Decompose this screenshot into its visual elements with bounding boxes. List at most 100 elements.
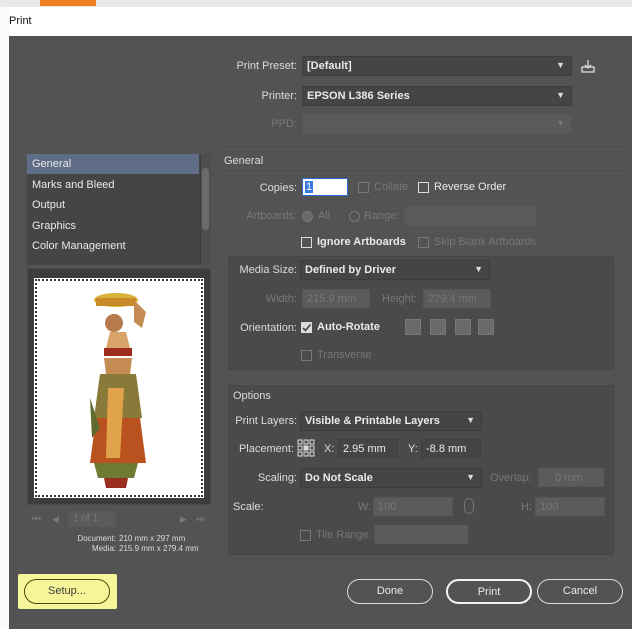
document-size-label: Document: (77, 534, 116, 543)
last-page-icon[interactable]: ⏭ (196, 514, 205, 525)
auto-rotate-label: Auto-Rotate (317, 321, 380, 333)
scaling-value: Do Not Scale (305, 472, 373, 484)
media-size-label: Media Size: (239, 264, 297, 276)
window-title: Print (9, 15, 32, 27)
media-size-value: Defined by Driver (305, 264, 397, 276)
skip-blank-label: Skip Blank Artboards (434, 236, 537, 248)
ppd-dropdown: ▼ (302, 114, 572, 134)
h-label: H: (521, 501, 532, 513)
tile-range-input[interactable] (374, 525, 468, 544)
artwork-illustration (90, 293, 146, 488)
artboards-label: Artboards: (246, 210, 297, 222)
transverse-label: Transverse (317, 349, 372, 361)
orientation-label: Orientation: (240, 322, 297, 334)
chevron-down-icon: ▼ (556, 60, 565, 70)
portrait-icon[interactable] (405, 319, 421, 335)
landscape-icon[interactable] (430, 319, 446, 335)
media-size-dropdown[interactable]: Defined by Driver ▼ (300, 260, 490, 280)
skip-blank-checkbox[interactable] (418, 237, 429, 248)
chevron-down-icon: ▼ (556, 90, 565, 100)
x-input[interactable]: 2.95 mm (338, 439, 398, 458)
page-indicator[interactable]: 1 of 1 (68, 511, 116, 527)
chevron-down-icon: ▼ (474, 264, 483, 274)
print-layers-value: Visible & Printable Layers (305, 415, 440, 427)
overlap-input[interactable]: 0 mm (538, 468, 604, 487)
x-label: X: (324, 443, 335, 455)
tile-range-checkbox[interactable] (300, 530, 311, 541)
print-layers-dropdown[interactable]: Visible & Printable Layers ▼ (300, 411, 482, 431)
printer-label: Printer: (261, 90, 297, 102)
copies-value: 1 (305, 181, 314, 193)
title-bar (9, 7, 632, 36)
tile-range-label: Tile Range: (316, 529, 372, 541)
range-label: Range: (364, 210, 400, 222)
scrollbar-thumb[interactable] (202, 168, 209, 230)
ignore-artboards-checkbox[interactable] (301, 237, 312, 248)
chevron-down-icon: ▼ (466, 472, 475, 482)
w-input[interactable]: 100 (373, 497, 453, 516)
sidebar-item-general[interactable]: General (27, 154, 199, 174)
first-page-icon[interactable]: ⏮ (32, 514, 41, 525)
category-list: General Marks and Bleed Output Graphics … (27, 154, 211, 265)
done-button[interactable]: Done (347, 579, 433, 604)
range-input[interactable] (404, 206, 536, 226)
chevron-down-icon: ▼ (466, 415, 475, 425)
overlap-label: Overlap: (490, 472, 532, 484)
landscape-flipped-icon[interactable] (478, 319, 494, 335)
all-label: All (318, 210, 331, 222)
width-input[interactable]: 215.9 mm (302, 289, 370, 308)
general-section-title: General (224, 155, 264, 167)
chevron-down-icon: ▼ (556, 118, 565, 128)
copies-label: Copies: (259, 182, 297, 194)
ignore-artboards-label: Ignore Artboards (317, 236, 406, 248)
printer-value: EPSON L386 Series (307, 90, 410, 102)
preview-page (34, 278, 204, 498)
scaling-dropdown[interactable]: Do Not Scale ▼ (300, 468, 482, 488)
sidebar-item-graphics[interactable]: Graphics (27, 216, 199, 236)
print-preset-label: Print Preset: (236, 60, 297, 72)
sidebar-item-output[interactable]: Output (27, 195, 199, 215)
document-size-value: 210 mm x 297 mm (119, 534, 186, 543)
reverse-order-label: Reverse Order (434, 181, 507, 193)
print-button[interactable]: Print (446, 579, 532, 604)
width-label: Width: (265, 293, 297, 305)
height-input[interactable]: 279.4 mm (423, 289, 491, 308)
y-input[interactable]: -8.8 mm (421, 439, 481, 458)
print-preset-value: [Default] (307, 60, 352, 72)
scaling-label: Scaling: (257, 472, 297, 484)
print-preset-dropdown[interactable]: [Default] ▼ (302, 56, 572, 76)
collate-checkbox[interactable] (358, 182, 369, 193)
options-section-title: Options (233, 390, 271, 402)
h-input[interactable]: 100 (535, 497, 605, 516)
y-label: Y: (408, 443, 418, 455)
auto-rotate-checkbox[interactable] (301, 322, 312, 333)
ppd-label: PPD: (271, 118, 297, 130)
divider (222, 146, 624, 147)
link-icon[interactable] (464, 498, 474, 514)
portrait-flipped-icon[interactable] (455, 319, 471, 335)
printer-dropdown[interactable]: EPSON L386 Series ▼ (302, 86, 572, 106)
print-layers-label: Print Layers: (235, 415, 297, 427)
collate-label: Collate (374, 181, 409, 193)
previous-page-icon[interactable]: ◀ (52, 514, 59, 525)
w-label: W: (358, 501, 372, 513)
reverse-order-checkbox[interactable] (418, 182, 429, 193)
sidebar-item-color-management[interactable]: Color Management (27, 236, 199, 256)
setup-button[interactable]: Setup... (24, 579, 110, 604)
cancel-button[interactable]: Cancel (537, 579, 623, 604)
media-size-info-value: 215.9 mm x 279.4 mm (119, 544, 199, 553)
divider (222, 170, 624, 171)
next-page-icon[interactable]: ▶ (180, 514, 187, 525)
scale-label: Scale: (233, 501, 264, 513)
range-radio[interactable] (349, 211, 360, 222)
transverse-checkbox[interactable] (301, 350, 312, 361)
height-label: Height: (382, 293, 417, 305)
orange-accent (40, 0, 96, 6)
sidebar-item-marks-and-bleed[interactable]: Marks and Bleed (27, 175, 199, 195)
all-radio[interactable] (302, 211, 313, 222)
placement-label: Placement: (238, 443, 294, 455)
save-preset-icon[interactable] (580, 58, 596, 74)
media-size-info-label: Media: (91, 544, 116, 553)
copies-input[interactable]: 1 (302, 178, 348, 196)
placement-grid-icon[interactable] (297, 439, 315, 457)
